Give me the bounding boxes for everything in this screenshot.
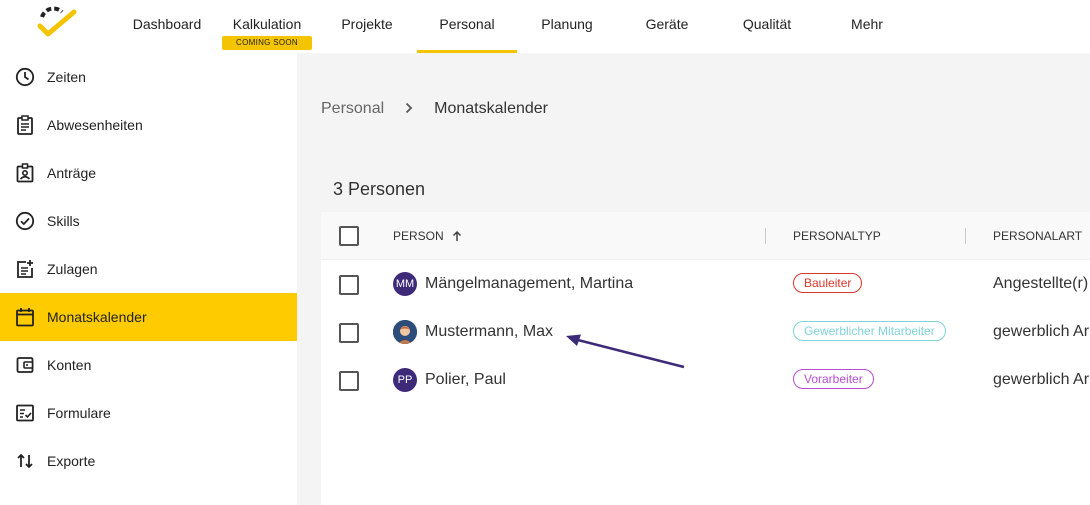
check-circle-icon <box>14 210 36 232</box>
avatar: MM <box>393 272 417 296</box>
main-content: Personal Monatskalender 3 Personen PERSO… <box>297 53 1090 505</box>
row-checkbox[interactable] <box>339 371 359 391</box>
sidebar: Zeiten Abwesenheiten Anträge Skills Zula… <box>0 53 297 505</box>
person-name[interactable]: Mustermann, Max <box>425 323 553 341</box>
column-header-personaltyp[interactable]: PERSONALTYP <box>793 229 881 243</box>
breadcrumb-parent[interactable]: Personal <box>321 100 384 118</box>
wallet-icon <box>14 354 36 376</box>
nav-projekte[interactable]: Projekte <box>330 0 404 53</box>
nav-geraete[interactable]: Geräte <box>634 0 700 53</box>
nav-label: Dashboard <box>132 16 202 32</box>
personalart-value: Angestellte(r) <box>993 275 1089 292</box>
table-row[interactable]: PP Polier, Paul Vorarbeiter gewerblich A… <box>321 356 1090 404</box>
checklist-icon <box>14 402 36 424</box>
column-divider[interactable] <box>765 228 766 244</box>
personalart-value: gewerblich Ar <box>993 371 1090 388</box>
table-row[interactable]: Mustermann, Max Gewerblicher Mitarbeiter… <box>321 308 1090 356</box>
sidebar-item-label: Skills <box>47 213 80 229</box>
avatar <box>393 320 417 344</box>
row-checkbox[interactable] <box>339 323 359 343</box>
calendar-icon <box>14 306 36 328</box>
nav-label: Projekte <box>341 16 393 32</box>
coming-soon-badge: COMING SOON <box>222 36 312 50</box>
person-table: PERSON PERSONALTYP PERSONALART MM Mängel… <box>321 212 1090 505</box>
top-navigation: Dashboard Kalkulation COMING SOON Projek… <box>0 0 1090 53</box>
nav-qualitaet[interactable]: Qualität <box>732 0 802 53</box>
column-header-label: PERSONALTYP <box>793 229 881 243</box>
annotation-arrow-icon <box>566 334 685 369</box>
person-name[interactable]: Polier, Paul <box>425 371 506 389</box>
sidebar-item-label: Anträge <box>47 165 97 181</box>
personalart-value: gewerblich Ar <box>993 323 1090 340</box>
sidebar-item-label: Monatskalender <box>47 309 147 325</box>
column-header-label: PERSONALART <box>993 229 1083 243</box>
nav-kalkulation[interactable]: Kalkulation COMING SOON <box>216 0 318 53</box>
sidebar-item-konten[interactable]: Konten <box>0 341 297 389</box>
column-header-personalart[interactable]: PERSONALART <box>993 229 1082 243</box>
sidebar-item-label: Konten <box>47 357 92 373</box>
nav-label: Geräte <box>645 16 689 32</box>
personaltyp-chip: Gewerblicher Mitarbeiter <box>793 321 946 341</box>
select-all-checkbox[interactable] <box>339 226 359 246</box>
nav-mehr[interactable]: Mehr <box>840 0 894 53</box>
sidebar-item-label: Formulare <box>47 405 111 421</box>
column-header-person[interactable]: PERSON <box>393 229 462 243</box>
sidebar-item-label: Abwesenheiten <box>47 117 143 133</box>
person-count-title: 3 Personen <box>333 179 426 199</box>
badge-icon <box>14 162 36 184</box>
sidebar-item-antraege[interactable]: Anträge <box>0 149 297 197</box>
nav-label: Mehr <box>851 16 883 32</box>
sidebar-item-abwesenheiten[interactable]: Abwesenheiten <box>0 101 297 149</box>
avatar: PP <box>393 368 417 392</box>
table-row[interactable]: MM Mängelmanagement, Martina Bauleiter A… <box>321 260 1090 308</box>
clipboard-icon <box>14 114 36 136</box>
app-logo[interactable] <box>34 6 78 38</box>
nav-label: Qualität <box>742 16 792 32</box>
sidebar-item-zulagen[interactable]: Zulagen <box>0 245 297 293</box>
sidebar-item-formulare[interactable]: Formulare <box>0 389 297 437</box>
sidebar-item-skills[interactable]: Skills <box>0 197 297 245</box>
row-checkbox[interactable] <box>339 275 359 295</box>
chevron-right-icon <box>404 101 414 117</box>
breadcrumb: Personal Monatskalender <box>321 100 548 118</box>
sidebar-item-label: Zeiten <box>47 69 86 85</box>
sidebar-item-label: Zulagen <box>47 261 98 277</box>
nav-label: Personal <box>439 16 495 32</box>
personaltyp-chip: Vorarbeiter <box>793 369 874 389</box>
nav-label: Kalkulation <box>232 16 302 32</box>
nav-label: Planung <box>541 16 593 32</box>
column-header-label: PERSON <box>393 229 444 243</box>
sidebar-item-zeiten[interactable]: Zeiten <box>0 53 297 101</box>
arrow-up-icon <box>452 230 462 242</box>
column-divider[interactable] <box>965 228 966 244</box>
swap-vert-icon <box>14 450 36 472</box>
nav-planung[interactable]: Planung <box>530 0 604 53</box>
sidebar-item-exporte[interactable]: Exporte <box>0 437 297 485</box>
user-photo-icon <box>393 320 417 344</box>
nav-personal[interactable]: Personal <box>417 0 517 53</box>
clock-icon <box>14 66 36 88</box>
sidebar-item-monatskalender[interactable]: Monatskalender <box>0 293 297 341</box>
post-add-icon <box>14 258 36 280</box>
personaltyp-chip: Bauleiter <box>793 273 863 293</box>
table-header: PERSON PERSONALTYP PERSONALART <box>321 212 1090 260</box>
breadcrumb-current: Monatskalender <box>434 100 548 117</box>
sidebar-item-label: Exporte <box>47 453 96 469</box>
nav-dashboard[interactable]: Dashboard <box>124 0 210 53</box>
person-name[interactable]: Mängelmanagement, Martina <box>425 275 633 293</box>
